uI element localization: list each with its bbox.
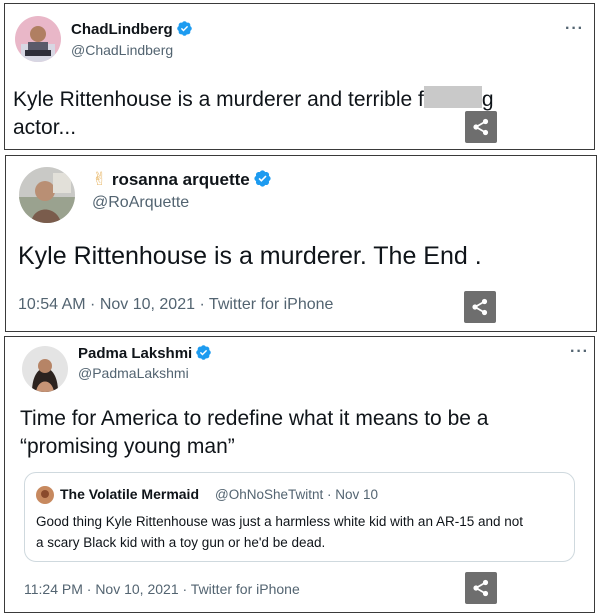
more-options-icon[interactable]: ···: [570, 343, 589, 361]
tweet-card-rosanna[interactable]: ✌ rosanna arquette @RoArquette Kyle Ritt…: [5, 155, 597, 332]
avatar[interactable]: [19, 167, 75, 223]
quote-handle-date[interactable]: @OhNoSheTwitnt · Nov 10: [215, 487, 378, 502]
redaction-box: [423, 86, 482, 108]
more-options-icon[interactable]: ···: [565, 20, 584, 38]
quote-avatar[interactable]: [36, 486, 54, 504]
tweet-text-line2: “promising young man”: [20, 435, 235, 458]
tweet-text-line2: actor...: [13, 116, 77, 139]
quote-text: Good thing Kyle Rittenhouse was just a h…: [36, 511, 571, 553]
avatar[interactable]: [22, 346, 68, 392]
verified-badge-icon: [195, 344, 212, 365]
quoted-tweet[interactable]: The Volatile Mermaid @OhNoSheTwitnt · No…: [24, 472, 575, 562]
user-handle[interactable]: @RoArquette: [92, 194, 189, 212]
tweet-text-part2: g: [481, 88, 494, 111]
share-icon[interactable]: [464, 291, 496, 323]
tweet-text: Kyle Rittenhouse is a murderer. The End …: [18, 242, 482, 270]
display-name[interactable]: Padma Lakshmi: [78, 344, 212, 365]
victory-hand-emoji: ✌: [92, 169, 108, 189]
display-name-text[interactable]: ChadLindberg: [71, 21, 173, 38]
tweet-timestamp[interactable]: 10:54 AM · Nov 10, 2021 · Twitter for iP…: [18, 296, 333, 314]
avatar[interactable]: [15, 16, 61, 62]
share-icon[interactable]: [465, 572, 497, 604]
share-icon[interactable]: [465, 111, 497, 143]
display-name[interactable]: ChadLindberg: [71, 20, 193, 41]
verified-badge-icon: [176, 20, 193, 41]
tweet-timestamp[interactable]: 11:24 PM · Nov 10, 2021 · Twitter for iP…: [24, 581, 300, 597]
display-name-text[interactable]: rosanna arquette: [112, 170, 250, 189]
tweet-text-line1: Time for America to redefine what it mea…: [20, 407, 489, 430]
tweet-text: Time for America to redefine what it mea…: [20, 405, 580, 461]
verified-badge-icon: [253, 169, 272, 193]
tweet-text-part1: Kyle Rittenhouse is a murderer and terri…: [13, 88, 424, 111]
quote-text-line2: a scary Black kid with a toy gun or he'd…: [36, 535, 326, 550]
quote-display-name[interactable]: The Volatile Mermaid: [60, 486, 199, 502]
user-handle[interactable]: @ChadLindberg: [71, 42, 173, 58]
display-name-text[interactable]: Padma Lakshmi: [78, 345, 192, 362]
tweet-card-padma[interactable]: Padma Lakshmi @PadmaLakshmi ··· Time for…: [4, 336, 595, 613]
quote-text-line1: Good thing Kyle Rittenhouse was just a h…: [36, 514, 524, 529]
display-name[interactable]: ✌ rosanna arquette: [92, 169, 272, 193]
tweet-card-chad[interactable]: ChadLindberg @ChadLindberg ··· Kyle Ritt…: [4, 3, 595, 150]
user-handle[interactable]: @PadmaLakshmi: [78, 365, 189, 381]
